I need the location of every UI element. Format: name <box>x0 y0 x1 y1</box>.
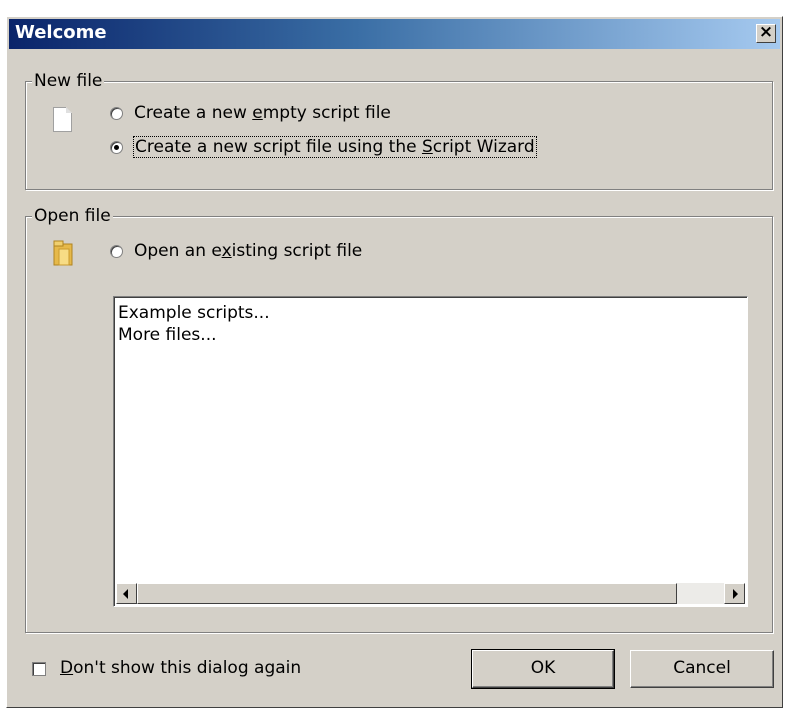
horizontal-scrollbar[interactable] <box>116 583 745 604</box>
script-file-list[interactable]: Example scripts... More files... <box>113 296 748 607</box>
dont-show-again-label[interactable]: Don't show this dialog again <box>60 658 301 678</box>
radio-button-empty[interactable] <box>110 106 123 120</box>
dont-show-again-checkbox[interactable] <box>32 662 46 676</box>
radio-open-existing-script[interactable]: Open an existing script file <box>110 241 362 261</box>
open-file-legend: Open file <box>32 205 113 227</box>
dialog-title: Welcome <box>15 22 107 43</box>
radio-open-existing-label: Open an existing script file <box>134 241 363 261</box>
radio-new-wizard-label: Create a new script file using the Scrip… <box>133 136 537 158</box>
arrow-left-icon <box>123 589 128 599</box>
radio-new-empty-label: Create a new empty script file <box>134 103 391 123</box>
title-bar[interactable]: Welcome × <box>9 19 780 49</box>
scroll-right-button[interactable] <box>724 583 745 604</box>
welcome-dialog: Welcome × New file Create a new empty sc… <box>6 16 783 708</box>
cancel-button[interactable]: Cancel <box>630 650 774 688</box>
radio-new-wizard-script[interactable]: Create a new script file using the Scrip… <box>110 136 537 158</box>
radio-new-empty-script[interactable]: Create a new empty script file <box>110 103 391 123</box>
radio-button-wizard[interactable] <box>110 140 123 154</box>
new-file-legend: New file <box>32 70 105 92</box>
ok-button[interactable]: OK <box>471 649 615 689</box>
radio-button-open[interactable] <box>110 244 123 258</box>
scrollbar-thumb[interactable] <box>137 583 677 604</box>
blank-document-icon <box>53 107 72 132</box>
folder-icon <box>53 240 73 266</box>
close-button[interactable]: × <box>756 24 776 43</box>
list-item-more-files[interactable]: More files... <box>118 324 217 346</box>
new-file-group: New file Create a new empty script file … <box>25 70 773 190</box>
open-file-group: Open file Open an existing script file E… <box>25 205 773 633</box>
list-item-example-scripts[interactable]: Example scripts... <box>118 302 270 324</box>
arrow-right-icon <box>733 589 738 599</box>
scroll-left-button[interactable] <box>116 583 137 604</box>
